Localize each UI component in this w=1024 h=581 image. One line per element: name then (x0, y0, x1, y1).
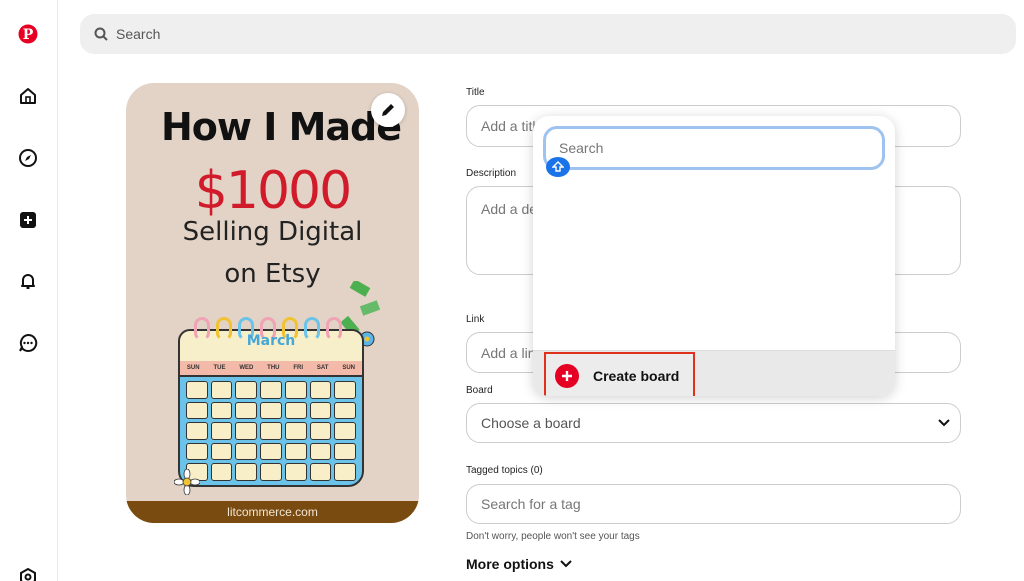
calendar-grid (178, 375, 364, 487)
pinterest-icon[interactable]: P (17, 23, 39, 45)
search-icon (94, 27, 108, 41)
title-label: Title (466, 87, 485, 98)
calendar-weekdays: SUN TUE WED THU FRI SAT SUN (178, 361, 364, 375)
svg-text:P: P (23, 27, 34, 43)
chevron-down-icon (938, 419, 950, 427)
sidebar: P (0, 0, 58, 581)
search-placeholder: Search (116, 26, 161, 42)
calendar-illustration: March SUN TUE WED THU FRI SAT SUN (178, 317, 364, 491)
plus-square-icon[interactable] (17, 209, 39, 231)
description-label: Description (466, 168, 517, 179)
bell-icon[interactable] (17, 270, 39, 292)
top-search-bar[interactable]: Search (80, 14, 1016, 54)
more-options-button[interactable]: More options (466, 556, 572, 572)
create-board-button[interactable]: Create board (544, 352, 695, 396)
daisy-decoration (174, 469, 200, 495)
board-search-input[interactable]: Search (543, 126, 885, 170)
pin-amount: $1000 (194, 161, 352, 221)
create-board-label: Create board (593, 368, 680, 384)
pin-image: How I Made $1000 Selling Digital on Etsy… (126, 83, 419, 523)
tagged-topics-label: Tagged topics (0) (466, 465, 543, 476)
board-placeholder: Choose a board (481, 415, 581, 431)
settings-icon[interactable] (17, 566, 39, 581)
link-label: Link (466, 314, 485, 325)
tag-search-input[interactable]: Search for a tag (466, 484, 961, 524)
board-dropdown: Search Create board (533, 116, 895, 396)
cursor-indicator-icon (546, 157, 570, 177)
plus-circle-icon (555, 364, 579, 388)
pencil-icon (382, 104, 394, 116)
dropdown-footer: Create board (533, 350, 895, 396)
pin-footer-url: litcommerce.com (126, 501, 419, 523)
board-search-placeholder: Search (559, 140, 604, 156)
edit-pin-button[interactable] (371, 93, 405, 127)
board-select[interactable]: Choose a board (466, 403, 961, 443)
calendar-month: March (246, 333, 296, 349)
pin-subline-1: Selling Digital (182, 217, 363, 247)
tag-search-placeholder: Search for a tag (481, 496, 581, 512)
chevron-down-icon (560, 560, 572, 568)
tags-hint: Don't worry, people won't see your tags (466, 531, 640, 542)
compass-icon[interactable] (17, 147, 39, 169)
home-icon[interactable] (17, 85, 39, 107)
more-options-label: More options (466, 556, 554, 572)
board-label: Board (466, 385, 493, 396)
chat-icon[interactable] (17, 332, 39, 354)
